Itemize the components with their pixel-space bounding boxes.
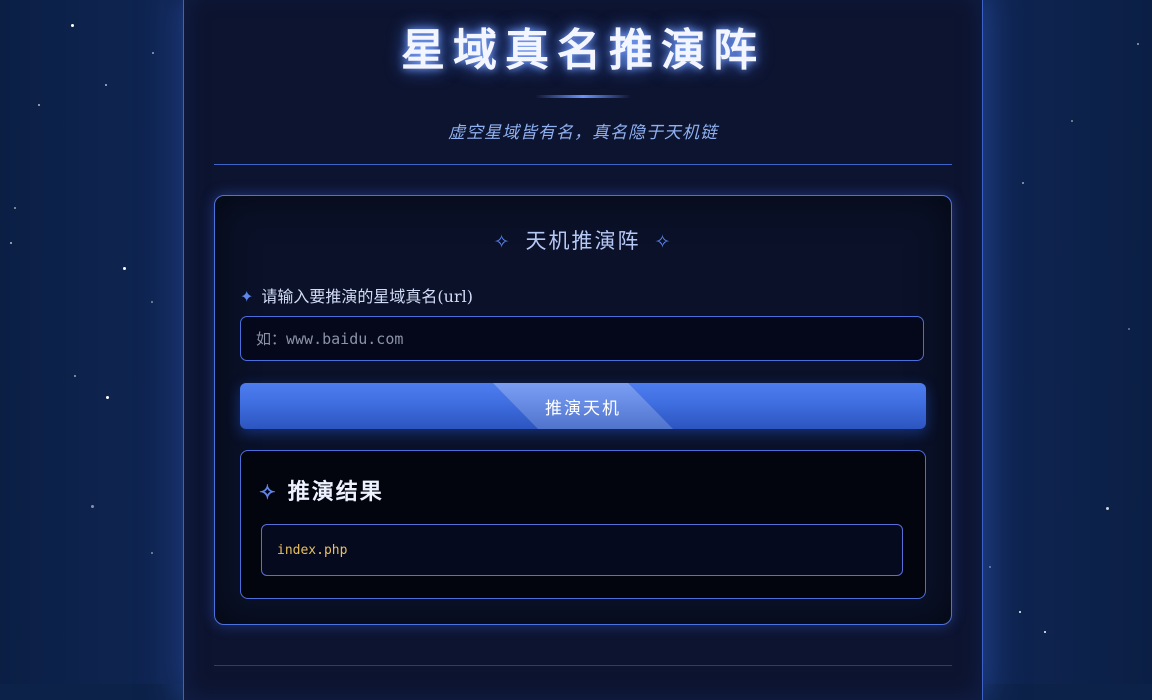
- sparkle-icon: ✧: [493, 231, 512, 253]
- sparkle-icon: ✧: [259, 480, 278, 504]
- star: [38, 104, 40, 106]
- url-input[interactable]: [240, 316, 924, 361]
- star: [71, 24, 74, 27]
- star: [14, 207, 16, 209]
- url-field-label: ✦ 请输入要推演的星域真名(url): [240, 283, 473, 307]
- result-heading-text: 推演结果: [287, 479, 384, 505]
- divine-button-label: 推演天机: [545, 398, 621, 419]
- star: [1106, 507, 1109, 510]
- page-subtitle: 虚空星域皆有名，真名隐于天机链: [448, 123, 718, 143]
- star: [1128, 328, 1130, 330]
- star: [106, 396, 109, 399]
- star: [1071, 120, 1073, 122]
- star: [74, 375, 76, 377]
- footer-divider: [214, 665, 952, 666]
- star: [152, 52, 154, 54]
- star: [989, 566, 991, 568]
- card-title: ✧ 天机推演阵 ✧: [214, 225, 952, 255]
- star: [1044, 631, 1046, 633]
- result-value: index.php: [261, 524, 903, 576]
- card-title-text: 天机推演阵: [525, 229, 641, 253]
- page-title: 星域真名推演阵: [401, 25, 765, 76]
- title-underline: [535, 95, 631, 98]
- star: [151, 552, 153, 554]
- star: [151, 301, 153, 303]
- result-heading: ✧ 推演结果: [259, 474, 384, 506]
- url-field-label-text: 请输入要推演的星域真名(url): [261, 287, 473, 306]
- star-icon: ✦: [240, 287, 254, 306]
- divine-button[interactable]: 推演天机: [240, 383, 926, 429]
- star: [123, 267, 126, 270]
- star: [1022, 182, 1024, 184]
- star: [1019, 611, 1021, 613]
- star: [10, 242, 12, 244]
- star: [91, 505, 94, 508]
- star: [1137, 43, 1139, 45]
- sparkle-icon: ✧: [654, 231, 673, 253]
- star: [105, 84, 107, 86]
- header-divider: [214, 164, 952, 165]
